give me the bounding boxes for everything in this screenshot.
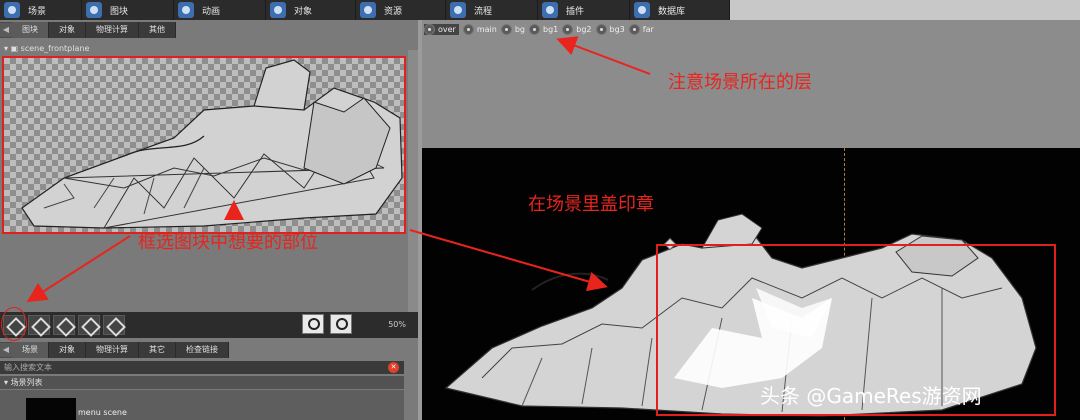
eye-icon[interactable] bbox=[500, 23, 512, 35]
scene-list-header[interactable]: ▾ 场景列表 bbox=[0, 376, 404, 389]
layer-over[interactable]: over bbox=[424, 23, 459, 35]
scene-item-label[interactable]: menu scene bbox=[78, 408, 127, 417]
layer-bg1[interactable]: bg1 bbox=[529, 23, 558, 35]
watermark: 头条 @GameRes游资网 bbox=[760, 384, 982, 408]
tile-tree-item[interactable]: ▾ ▣ scene_frontplane bbox=[4, 44, 89, 53]
tab-resource[interactable]: 资源 bbox=[356, 0, 446, 20]
resource-icon bbox=[360, 2, 376, 18]
zoom-level: 50% bbox=[388, 320, 406, 329]
rect-select-tool[interactable] bbox=[78, 315, 100, 335]
eye-icon[interactable] bbox=[424, 23, 435, 35]
tab-scenes[interactable]: 场景 bbox=[12, 342, 49, 358]
main-toolbar: 场景 图块 动画 对象 资源 流程 插件 数据库 bbox=[0, 0, 730, 20]
tab-animation[interactable]: 动画 bbox=[174, 0, 266, 20]
tab-scene[interactable]: 场景 bbox=[0, 0, 82, 20]
layer-toggle-icon[interactable] bbox=[302, 314, 324, 334]
layer-main[interactable]: main bbox=[462, 23, 497, 35]
eraser-tool[interactable] bbox=[28, 315, 50, 335]
scene-icon bbox=[4, 2, 20, 18]
arrow-left-icon[interactable]: ◀ bbox=[0, 343, 12, 357]
fill-tool[interactable] bbox=[53, 315, 75, 335]
clear-search-icon[interactable]: ✕ bbox=[388, 362, 399, 373]
tile-artwork bbox=[21, 59, 403, 229]
stamp-tool-highlight bbox=[1, 307, 27, 341]
layer-bar: over main bg bg1 bg2 bg3 far bbox=[424, 22, 658, 36]
tab-scene-objects[interactable]: 对象 bbox=[49, 342, 86, 358]
tile-preview-canvas[interactable] bbox=[2, 56, 406, 234]
layer-bg[interactable]: bg bbox=[500, 23, 525, 35]
layer-annotation: 注意场景所在的层 bbox=[668, 72, 812, 93]
stamp-annotation: 在场景里盖印章 bbox=[528, 194, 654, 215]
eye-icon[interactable] bbox=[628, 23, 640, 35]
scene-list: menu scene bbox=[0, 390, 404, 420]
tab-tile[interactable]: 图块 bbox=[82, 0, 174, 20]
tab-plugin[interactable]: 插件 bbox=[538, 0, 630, 20]
tab-database[interactable]: 数据库 bbox=[630, 0, 730, 20]
plugin-icon bbox=[542, 2, 558, 18]
eye-icon[interactable] bbox=[562, 23, 574, 35]
flow-icon bbox=[450, 2, 466, 18]
arrow-left-icon[interactable]: ◀ bbox=[0, 23, 12, 37]
select-annotation: 框选图块中想要的部位 bbox=[138, 232, 318, 253]
tab-scene-physics[interactable]: 物理计算 bbox=[86, 342, 139, 358]
tab-flow[interactable]: 流程 bbox=[446, 0, 538, 20]
scene-thumbnail[interactable] bbox=[26, 398, 76, 420]
layer-bg2[interactable]: bg2 bbox=[562, 23, 592, 35]
eye-icon[interactable] bbox=[529, 23, 540, 35]
tile-panel-tabs: ◀ 图块 对象 物理计算 其他 bbox=[0, 22, 176, 38]
tab-object[interactable]: 对象 bbox=[266, 0, 356, 20]
search-input[interactable]: 输入搜索文本 bbox=[0, 361, 404, 374]
tab-physics[interactable]: 物理计算 bbox=[86, 22, 139, 38]
tile-panel-scrollbar[interactable] bbox=[408, 50, 418, 330]
tab-scene-other[interactable]: 其它 bbox=[139, 342, 176, 358]
tab-other[interactable]: 其他 bbox=[139, 22, 176, 38]
tile-panel: ◀ 图块 对象 物理计算 其他 ▾ ▣ scene_frontplane 50%… bbox=[0, 20, 420, 420]
database-icon bbox=[634, 2, 650, 18]
object-icon bbox=[270, 2, 286, 18]
scene-panel-tabs: ◀ 场景 对象 物理计算 其它 检查链接 bbox=[0, 342, 229, 358]
tab-check-links[interactable]: 检查链接 bbox=[176, 342, 229, 358]
tab-tiles[interactable]: 图块 bbox=[12, 22, 49, 38]
toolbar-empty-area bbox=[730, 0, 1080, 20]
layer-far[interactable]: far bbox=[628, 23, 654, 35]
tab-objects[interactable]: 对象 bbox=[49, 22, 86, 38]
eye-icon[interactable] bbox=[462, 23, 474, 35]
tile-icon bbox=[86, 2, 102, 18]
animation-icon bbox=[178, 2, 194, 18]
hand-tool[interactable] bbox=[103, 315, 125, 335]
eye-icon[interactable] bbox=[595, 23, 607, 35]
layer-bg3[interactable]: bg3 bbox=[595, 23, 625, 35]
tile-tools-bar bbox=[0, 312, 420, 338]
tile-name: scene_frontplane bbox=[20, 44, 90, 53]
magnifier-icon[interactable] bbox=[330, 314, 352, 334]
